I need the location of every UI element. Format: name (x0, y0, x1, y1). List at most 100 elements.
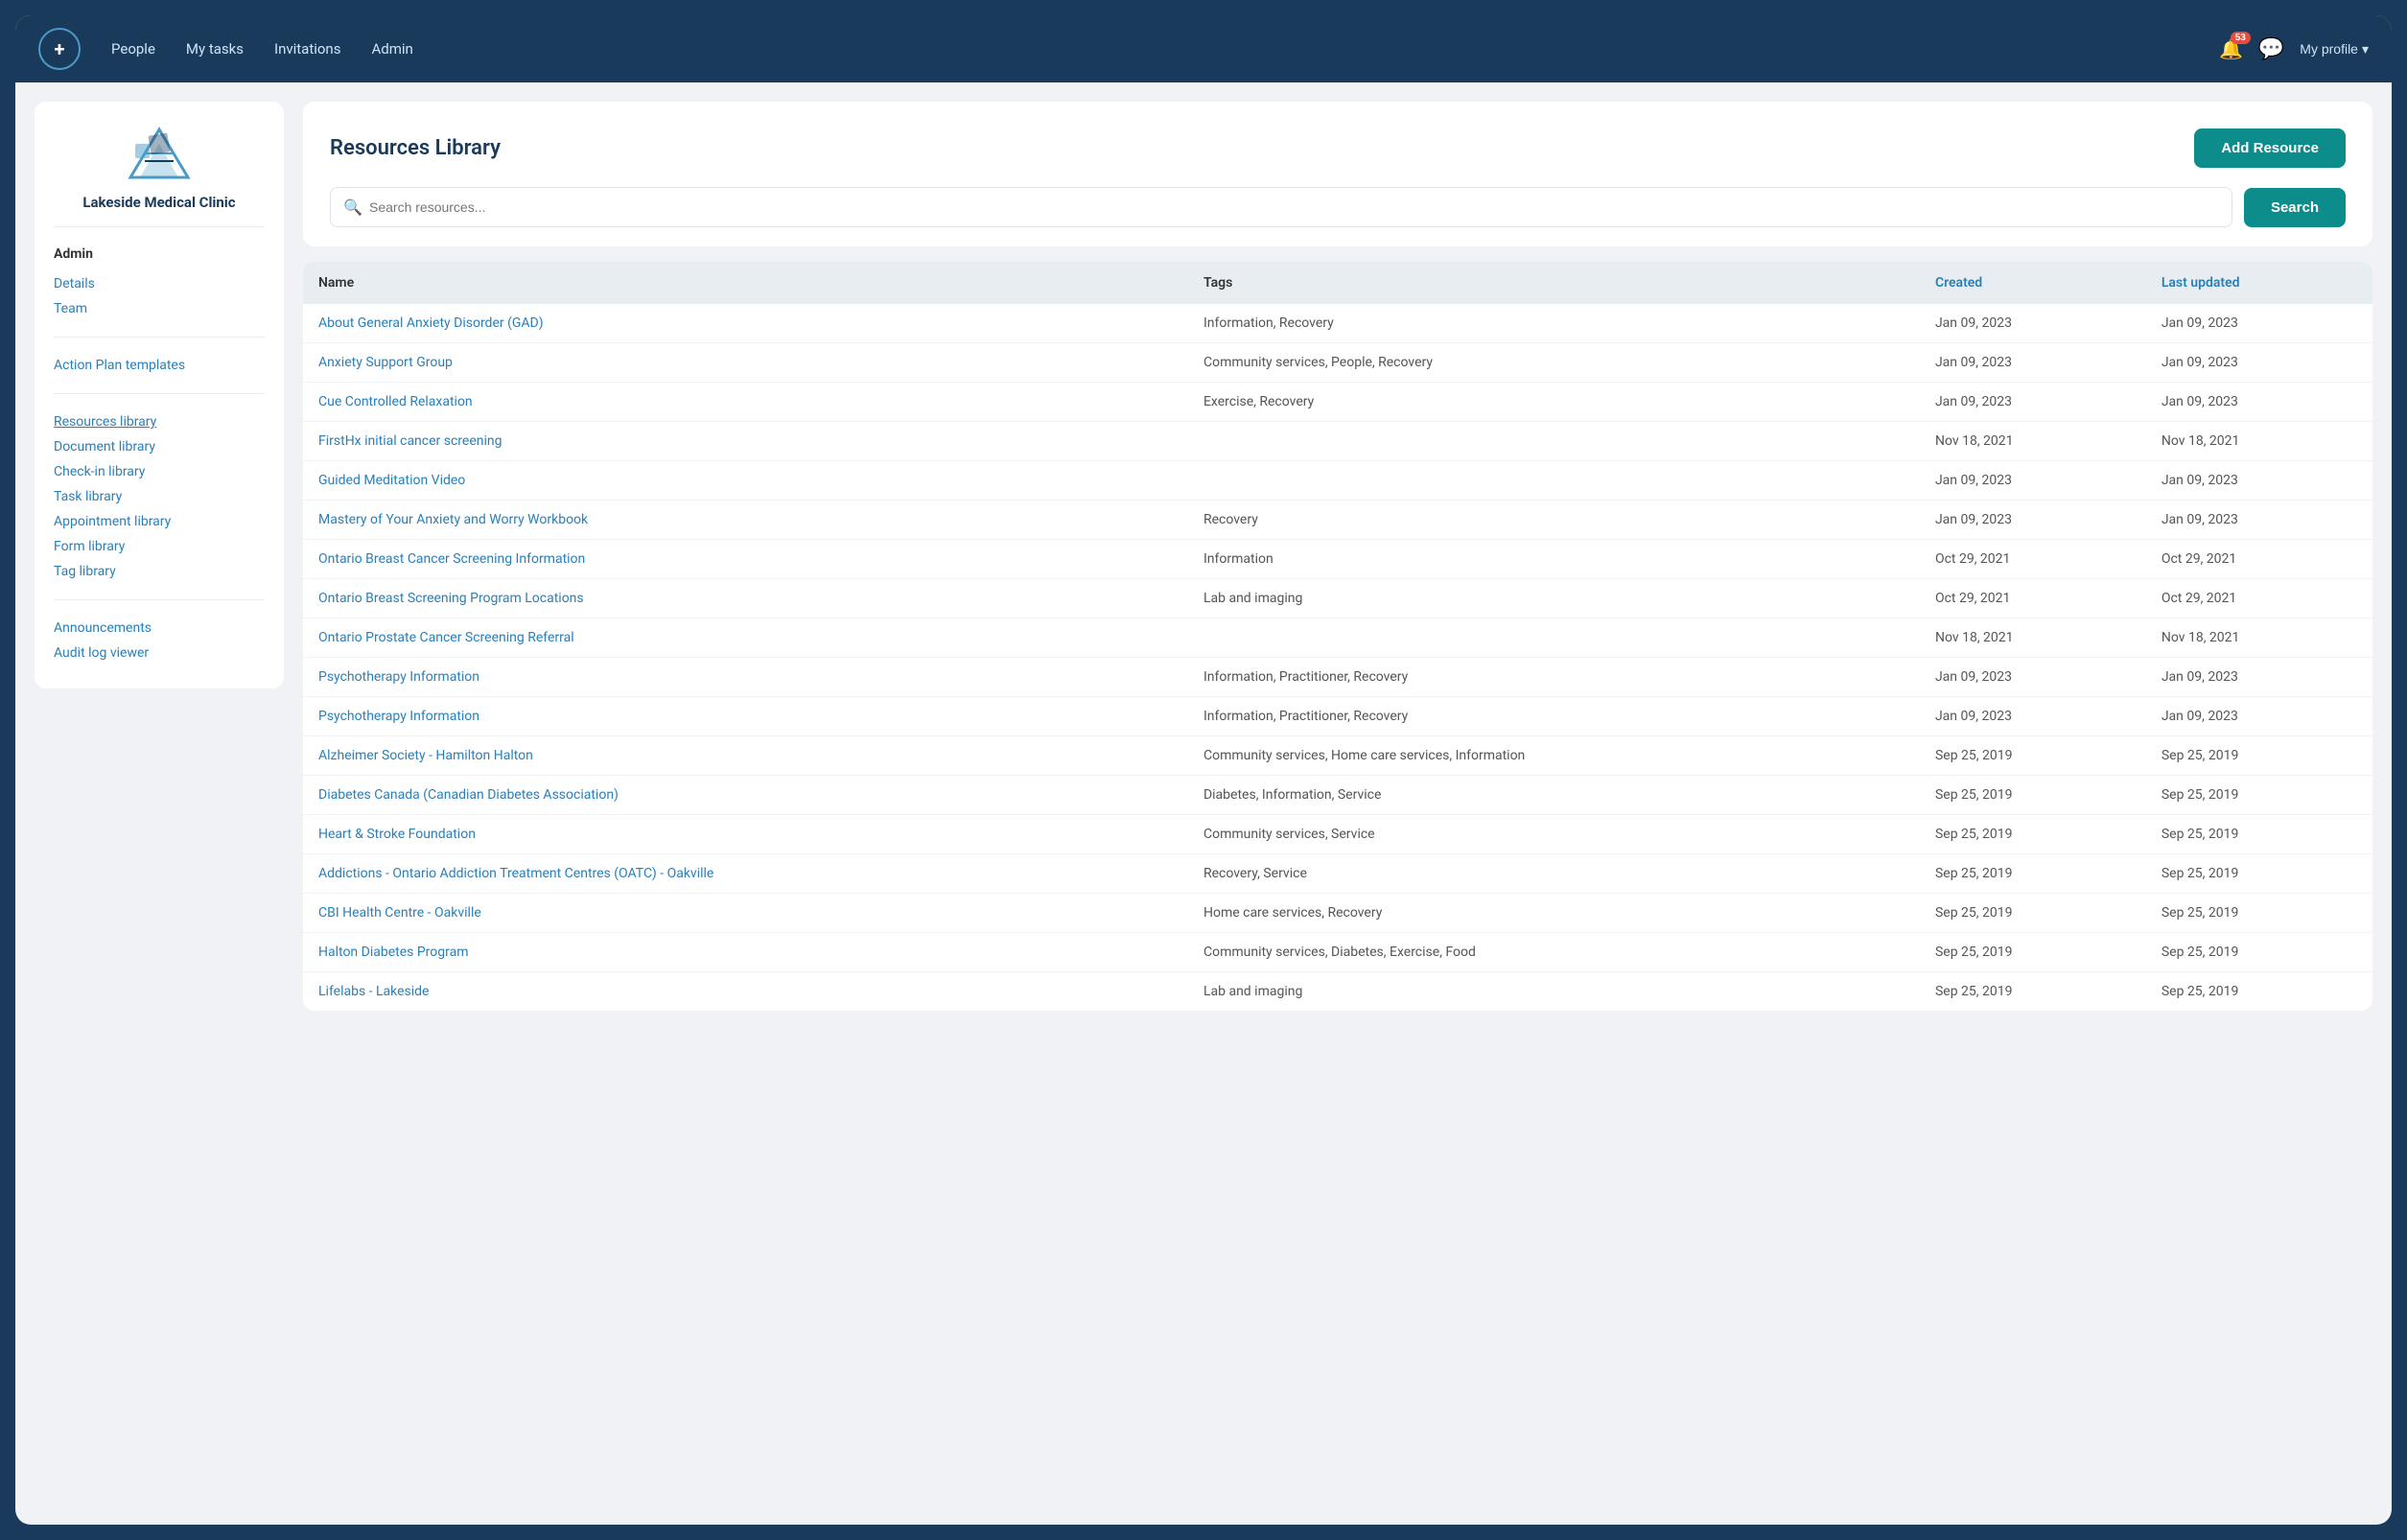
resource-link-4[interactable]: Guided Meditation Video (318, 473, 465, 488)
resource-link-0[interactable]: About General Anxiety Disorder (GAD) (318, 315, 544, 331)
table-row: Cue Controlled RelaxationExercise, Recov… (303, 383, 2372, 422)
right-panel: Resources Library Add Resource 🔍 Search (303, 102, 2372, 1011)
resource-tags (1188, 461, 1920, 501)
sidebar-item-document-library[interactable]: Document library (54, 434, 265, 459)
resource-updated: Jan 09, 2023 (2146, 383, 2372, 422)
chat-button[interactable]: 💬 (2258, 36, 2284, 61)
sidebar-item-audit-log-viewer[interactable]: Audit log viewer (54, 641, 265, 665)
admin-section-title: Admin (54, 246, 265, 262)
resource-updated: Jan 09, 2023 (2146, 658, 2372, 697)
resource-created: Jan 09, 2023 (1920, 343, 2146, 383)
sidebar-item-announcements[interactable]: Announcements (54, 616, 265, 641)
table-row: Psychotherapy InformationInformation, Pr… (303, 697, 2372, 736)
resource-link-2[interactable]: Cue Controlled Relaxation (318, 394, 473, 409)
resource-created: Jan 09, 2023 (1920, 461, 2146, 501)
resource-tags: Community services, Diabetes, Exercise, … (1188, 933, 1920, 972)
table-row: Addictions - Ontario Addiction Treatment… (303, 854, 2372, 894)
resource-link-3[interactable]: FirstHx initial cancer screening (318, 433, 502, 449)
resources-table-card: Name Tags Created Last updated About Gen… (303, 262, 2372, 1011)
sidebar-item-task-library[interactable]: Task library (54, 484, 265, 509)
table-row: Heart & Stroke FoundationCommunity servi… (303, 815, 2372, 854)
main-content: Lakeside Medical Clinic Admin DetailsTea… (15, 82, 2392, 1030)
resource-updated: Sep 25, 2019 (2146, 736, 2372, 776)
admin-links: DetailsTeam (54, 271, 265, 321)
table-row: FirstHx initial cancer screening Nov 18, … (303, 422, 2372, 461)
sidebar: Lakeside Medical Clinic Admin DetailsTea… (35, 102, 284, 688)
nav-link-my-tasks[interactable]: My tasks (186, 40, 244, 58)
table-row: About General Anxiety Disorder (GAD)Info… (303, 304, 2372, 343)
resource-link-7[interactable]: Ontario Breast Screening Program Locatio… (318, 591, 584, 606)
resource-tags: Information (1188, 540, 1920, 579)
search-input[interactable] (330, 187, 2232, 227)
resource-updated: Nov 18, 2021 (2146, 422, 2372, 461)
resource-updated: Sep 25, 2019 (2146, 972, 2372, 1012)
resource-tags: Recovery (1188, 501, 1920, 540)
action-plan-link[interactable]: Action Plan templates (54, 353, 265, 378)
resource-updated: Sep 25, 2019 (2146, 776, 2372, 815)
resource-updated: Jan 09, 2023 (2146, 461, 2372, 501)
nav-link-invitations[interactable]: Invitations (274, 40, 340, 58)
table-row: Ontario Breast Cancer Screening Informat… (303, 540, 2372, 579)
resource-link-15[interactable]: CBI Health Centre - Oakville (318, 905, 481, 921)
resource-link-10[interactable]: Psychotherapy Information (318, 709, 479, 724)
app-logo[interactable]: + (38, 28, 81, 70)
clinic-logo-wrap (54, 125, 265, 182)
resource-tags: Lab and imaging (1188, 972, 1920, 1012)
resource-updated: Jan 09, 2023 (2146, 304, 2372, 343)
resource-link-9[interactable]: Psychotherapy Information (318, 669, 479, 685)
sidebar-item-tag-library[interactable]: Tag library (54, 559, 265, 584)
resource-link-12[interactable]: Diabetes Canada (Canadian Diabetes Assoc… (318, 787, 619, 803)
sidebar-divider-3 (54, 599, 265, 600)
panel-header: Resources Library Add Resource (330, 128, 2346, 168)
resource-created: Jan 09, 2023 (1920, 383, 2146, 422)
nav-links: People My tasks Invitations Admin (111, 40, 2188, 58)
resource-created: Sep 25, 2019 (1920, 933, 2146, 972)
sidebar-item-team[interactable]: Team (54, 296, 265, 321)
search-icon: 🔍 (343, 198, 362, 217)
nav-link-people[interactable]: People (111, 40, 155, 58)
sidebar-item-form-library[interactable]: Form library (54, 534, 265, 559)
resource-tags: Lab and imaging (1188, 579, 1920, 618)
sidebar-item-resources-library[interactable]: Resources library (54, 409, 265, 434)
sidebar-divider-2 (54, 393, 265, 394)
add-resource-button[interactable]: Add Resource (2194, 128, 2346, 168)
resource-link-8[interactable]: Ontario Prostate Cancer Screening Referr… (318, 630, 574, 645)
resource-updated: Sep 25, 2019 (2146, 854, 2372, 894)
notification-button[interactable]: 🔔 53 (2219, 37, 2243, 61)
resource-created: Nov 18, 2021 (1920, 422, 2146, 461)
library-links: Resources libraryDocument libraryCheck-i… (54, 409, 265, 584)
resource-updated: Sep 25, 2019 (2146, 815, 2372, 854)
resource-tags: Home care services, Recovery (1188, 894, 1920, 933)
resource-link-16[interactable]: Halton Diabetes Program (318, 945, 468, 960)
table-row: Halton Diabetes Program Community service… (303, 933, 2372, 972)
search-button[interactable]: Search (2244, 188, 2346, 227)
resource-link-6[interactable]: Ontario Breast Cancer Screening Informat… (318, 551, 585, 567)
table-row: CBI Health Centre - Oakville Home care se… (303, 894, 2372, 933)
resource-created: Oct 29, 2021 (1920, 540, 2146, 579)
resource-link-1[interactable]: Anxiety Support Group (318, 355, 453, 370)
search-panel: Resources Library Add Resource 🔍 Search (303, 102, 2372, 246)
profile-button[interactable]: My profile ▾ (2300, 41, 2369, 58)
clinic-name: Lakeside Medical Clinic (54, 194, 265, 227)
table-row: Ontario Breast Screening Program Locatio… (303, 579, 2372, 618)
resource-created: Sep 25, 2019 (1920, 972, 2146, 1012)
nav-link-admin[interactable]: Admin (371, 40, 412, 58)
resource-link-17[interactable]: Lifelabs - Lakeside (318, 984, 429, 999)
table-row: Alzheimer Society - Hamilton Halton Commu… (303, 736, 2372, 776)
sidebar-item-check-in-library[interactable]: Check-in library (54, 459, 265, 484)
resource-link-5[interactable]: Mastery of Your Anxiety and Worry Workbo… (318, 512, 588, 527)
resource-created: Sep 25, 2019 (1920, 854, 2146, 894)
resource-created: Jan 09, 2023 (1920, 658, 2146, 697)
resource-link-13[interactable]: Heart & Stroke Foundation (318, 827, 476, 842)
resource-created: Jan 09, 2023 (1920, 304, 2146, 343)
resource-tags (1188, 618, 1920, 658)
resource-link-14[interactable]: Addictions - Ontario Addiction Treatment… (318, 866, 713, 881)
col-header-name: Name (303, 262, 1188, 304)
sidebar-item-details[interactable]: Details (54, 271, 265, 296)
resource-tags: Community services, Home care services, … (1188, 736, 1920, 776)
sidebar-item-appointment-library[interactable]: Appointment library (54, 509, 265, 534)
resource-updated: Jan 09, 2023 (2146, 697, 2372, 736)
col-header-tags: Tags (1188, 262, 1920, 304)
resource-link-11[interactable]: Alzheimer Society - Hamilton Halton (318, 748, 533, 763)
resource-updated: Oct 29, 2021 (2146, 540, 2372, 579)
